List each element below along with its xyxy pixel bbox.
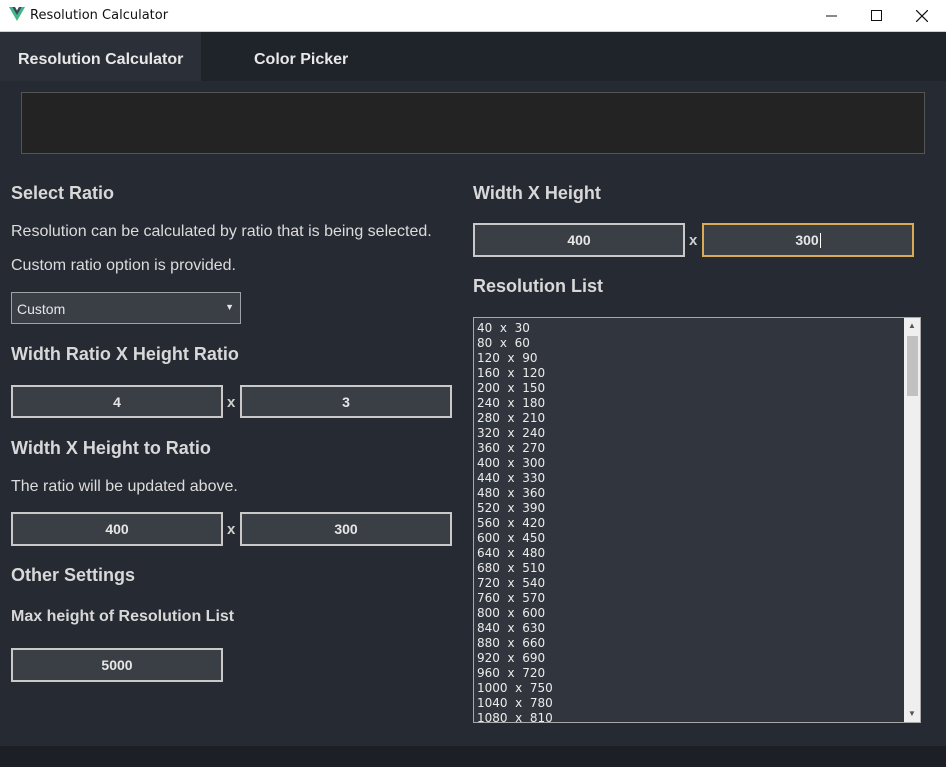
close-button[interactable]: [899, 0, 945, 31]
custom-ratio-note: Custom ratio option is provided.: [11, 257, 236, 274]
width-height-separator: x: [689, 232, 698, 249]
ratio-heading: Width Ratio X Height Ratio: [11, 344, 239, 364]
title-bar: Resolution Calculator: [0, 0, 946, 32]
resolution-list-item[interactable]: 520 x 390: [477, 501, 553, 516]
resolution-list-rows: 40 x 30 80 x 60 120 x 90 160 x 120 200 x 150…: [477, 321, 553, 722]
height-input[interactable]: 300: [702, 223, 914, 257]
resolution-list-item[interactable]: 80 x 60: [477, 336, 553, 351]
resolution-list-item[interactable]: 320 x 240: [477, 426, 553, 441]
resolution-list-heading: Resolution List: [473, 276, 603, 296]
resolution-list-item[interactable]: 840 x 630: [477, 621, 553, 636]
bottom-bar: [0, 746, 946, 767]
resolution-list-item[interactable]: 440 x 330: [477, 471, 553, 486]
maximize-icon: [870, 10, 882, 21]
resolution-list-item[interactable]: 800 x 600: [477, 606, 553, 621]
resolution-list-item[interactable]: 40 x 30: [477, 321, 553, 336]
resolution-list-item[interactable]: 360 x 270: [477, 441, 553, 456]
resolution-list-item[interactable]: 120 x 90: [477, 351, 553, 366]
resolution-list-item[interactable]: 960 x 720: [477, 666, 553, 681]
ratio-select[interactable]: Custom ▼: [11, 292, 241, 324]
scroll-thumb[interactable]: [907, 336, 918, 396]
resolution-list-item[interactable]: 480 x 360: [477, 486, 553, 501]
resolution-list-item[interactable]: 160 x 120: [477, 366, 553, 381]
ratio-select-value: Custom: [17, 301, 66, 317]
resolution-list-item[interactable]: 640 x 480: [477, 546, 553, 561]
resolution-list-item[interactable]: 680 x 510: [477, 561, 553, 576]
resolution-list-item[interactable]: 880 x 660: [477, 636, 553, 651]
width-ratio-input[interactable]: 4: [11, 385, 223, 418]
resolution-list-item[interactable]: 720 x 540: [477, 576, 553, 591]
minimize-button[interactable]: [808, 0, 854, 31]
to-ratio-heading: Width X Height to Ratio: [11, 438, 211, 458]
dropdown-arrow-icon: ▼: [225, 302, 234, 312]
app-window: Resolution Calculator Resolution Calcula…: [0, 0, 946, 767]
to-ratio-width-input[interactable]: 400: [11, 512, 223, 546]
resolution-list-item[interactable]: 600 x 450: [477, 531, 553, 546]
ratio-separator: x: [227, 394, 236, 411]
select-ratio-heading: Select Ratio: [11, 183, 115, 203]
resolution-list-item[interactable]: 920 x 690: [477, 651, 553, 666]
resolution-list-item[interactable]: 1040 x 780: [477, 696, 553, 711]
tab-resolution-calculator[interactable]: Resolution Calculator: [0, 32, 201, 81]
resolution-list-item[interactable]: 240 x 180: [477, 396, 553, 411]
resolution-list-item[interactable]: 1000 x 750: [477, 681, 553, 696]
resolution-list-item[interactable]: 200 x 150: [477, 381, 553, 396]
resolution-list-item[interactable]: 280 x 210: [477, 411, 553, 426]
scroll-down-icon[interactable]: ▼: [904, 706, 920, 722]
resolution-list-item[interactable]: 1080 x 810: [477, 711, 553, 722]
banner-area: [21, 92, 925, 154]
width-height-heading: Width X Height: [473, 183, 601, 203]
resolution-list-item[interactable]: 760 x 570: [477, 591, 553, 606]
select-ratio-description: Resolution can be calculated by ratio th…: [11, 223, 432, 240]
height-input-value: 300: [795, 232, 819, 248]
resolution-list-item[interactable]: 560 x 420: [477, 516, 553, 531]
width-input[interactable]: 400: [473, 223, 685, 257]
scroll-up-icon[interactable]: ▲: [904, 318, 920, 334]
height-ratio-input[interactable]: 3: [240, 385, 452, 418]
text-caret: [819, 232, 821, 248]
resolution-list[interactable]: 40 x 30 80 x 60 120 x 90 160 x 120 200 x 150…: [473, 317, 921, 723]
list-scrollbar[interactable]: ▲ ▼: [904, 318, 920, 722]
to-ratio-height-input[interactable]: 300: [240, 512, 452, 546]
to-ratio-separator: x: [227, 521, 236, 538]
close-icon: [916, 9, 928, 22]
other-settings-heading: Other Settings: [11, 565, 136, 585]
window-title: Resolution Calculator: [30, 8, 169, 23]
max-height-label: Max height of Resolution List: [11, 608, 235, 625]
max-height-input[interactable]: 5000: [11, 648, 223, 682]
tab-bar: Resolution Calculator Color Picker: [0, 32, 946, 81]
resolution-list-item[interactable]: 400 x 300: [477, 456, 553, 471]
maximize-button[interactable]: [853, 0, 899, 31]
tab-color-picker[interactable]: Color Picker: [201, 32, 401, 81]
vue-logo-icon: [9, 7, 25, 21]
minimize-icon: [825, 15, 837, 17]
to-ratio-note: The ratio will be updated above.: [11, 478, 238, 495]
